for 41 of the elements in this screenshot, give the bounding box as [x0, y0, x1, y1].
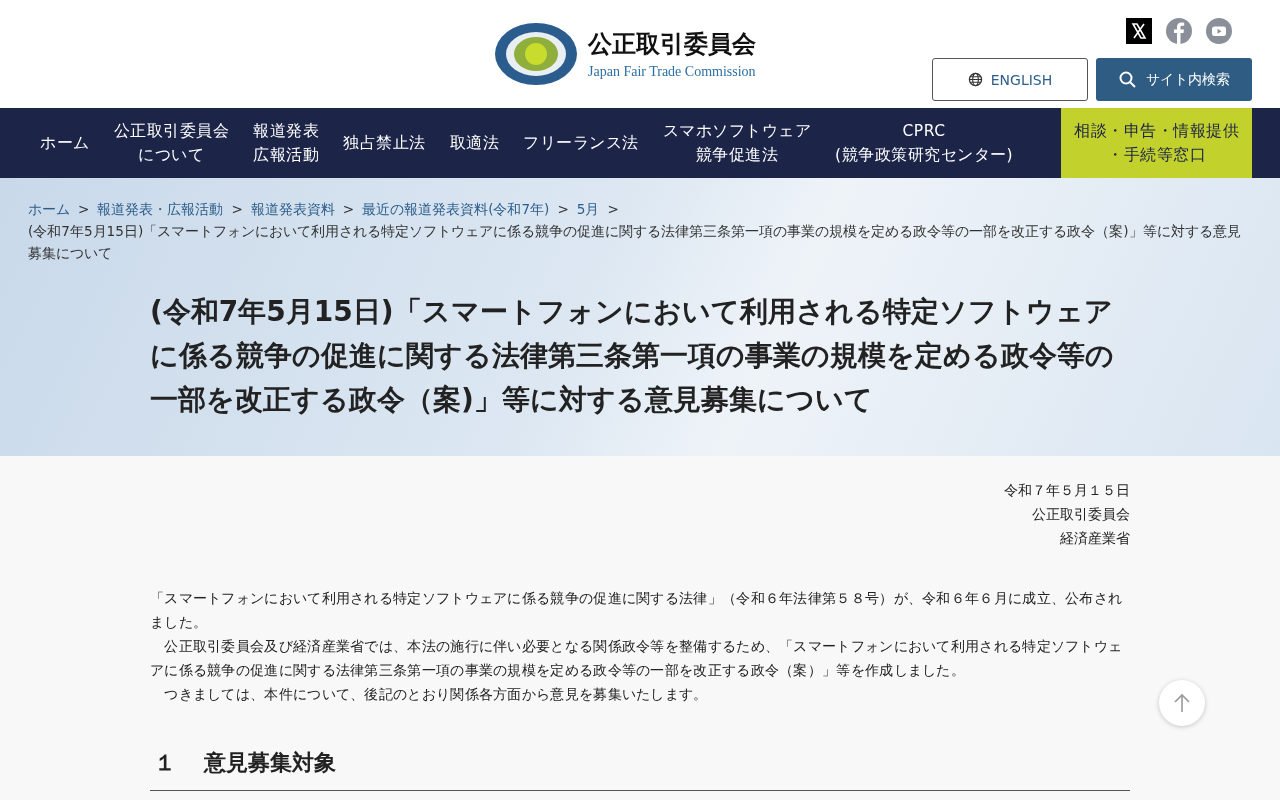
nav-item[interactable]: 相談・申告・情報提供 ・手続等窓口 — [1061, 108, 1252, 178]
logo-icon — [494, 22, 578, 86]
search-icon — [1118, 71, 1136, 88]
site-subtitle: Japan Fair Trade Commission — [588, 64, 756, 80]
globe-icon — [967, 72, 983, 87]
facebook-icon[interactable] — [1166, 18, 1192, 44]
site-title: 公正取引委員会 — [588, 29, 756, 60]
nav-item[interactable]: ホーム — [28, 108, 102, 178]
breadcrumb-separator: > — [557, 201, 569, 217]
breadcrumb-link[interactable]: 5月 — [576, 201, 600, 217]
nav-item[interactable]: CPRC (競争政策研究センター) — [823, 108, 1026, 178]
breadcrumb-separator: > — [342, 201, 355, 217]
breadcrumb-separator: > — [78, 201, 90, 217]
issue-line: 経済産業省 — [1059, 529, 1130, 548]
breadcrumb-link[interactable]: 報道発表資料 — [250, 201, 335, 217]
page-title: (令和7年5月15日)「スマートフォンにおいて利用される特定ソフトウェアに係る競争の促進に関する法律第三条第一項の事業の規模を定める政令等の一部を改正する政令（案)」等に対する意見募集について — [150, 294, 1115, 418]
x-icon[interactable] — [1126, 18, 1152, 44]
breadcrumb-link[interactable]: 報道発表・広報活動 — [97, 201, 224, 217]
nav-item[interactable]: 報道発表 広報活動 — [241, 108, 331, 178]
breadcrumb-separator: > — [231, 201, 243, 217]
breadcrumb-link[interactable]: ホーム — [28, 201, 70, 217]
paragraph: 「スマートフォンにおいて利用される特定ソフトウェアに係る競争の促進に関する法律」（令和６年法律第５８号）が、令和６年６月に成立、公布されました。 — [150, 589, 1124, 632]
paragraph: つきましては、本件について、後記のとおり関係各方面から意見を募集いたします。 — [163, 685, 709, 704]
nav-item[interactable]: 独占禁止法 — [331, 108, 438, 178]
issue-line: 公正取引委員会 — [1031, 505, 1130, 524]
nav-item[interactable]: 取適法 — [437, 108, 511, 178]
breadcrumb-link[interactable]: 最近の報道発表資料(令和7年) — [362, 201, 550, 217]
issue-line: 令和７年５月１５日 — [1003, 481, 1130, 500]
english-button[interactable]: ENGLISH — [932, 58, 1088, 101]
nav-item[interactable]: 公正取引委員会 について — [101, 108, 241, 178]
site-search-button[interactable]: サイト内検索 — [1096, 58, 1252, 101]
back-to-top-button[interactable] — [1159, 680, 1205, 726]
breadcrumb-separator: > — [607, 201, 619, 217]
youtube-icon[interactable] — [1206, 18, 1232, 44]
breadcrumb-current: (令和7年5月15日)「スマートフォンにおいて利用される特定ソフトウェアに係る競争の促進に関する法律第三条第一項の事業の規模を定める政令等の一部を改正する政令（案)」等に対する意見募集について — [28, 222, 1242, 263]
section-number: １ — [154, 749, 176, 777]
nav-item[interactable]: フリーランス法 — [511, 108, 651, 178]
up-arrow-icon — [1173, 693, 1191, 713]
section-heading: 意見募集対象 — [204, 749, 336, 777]
nav-item[interactable]: スマホソフトウェア 競争促進法 — [650, 108, 823, 178]
paragraph: 公正取引委員会及び経済産業省では、本法の施行に伴い必要となる関係政令等を整備するため、「スマートフォンにおいて利用される特定ソフトウェアに係る競争の促進に関する法律第三条第一項の事業の規模を定める政令等の一部を改正する政令（案）」等を作成しました。 — [150, 637, 1124, 680]
